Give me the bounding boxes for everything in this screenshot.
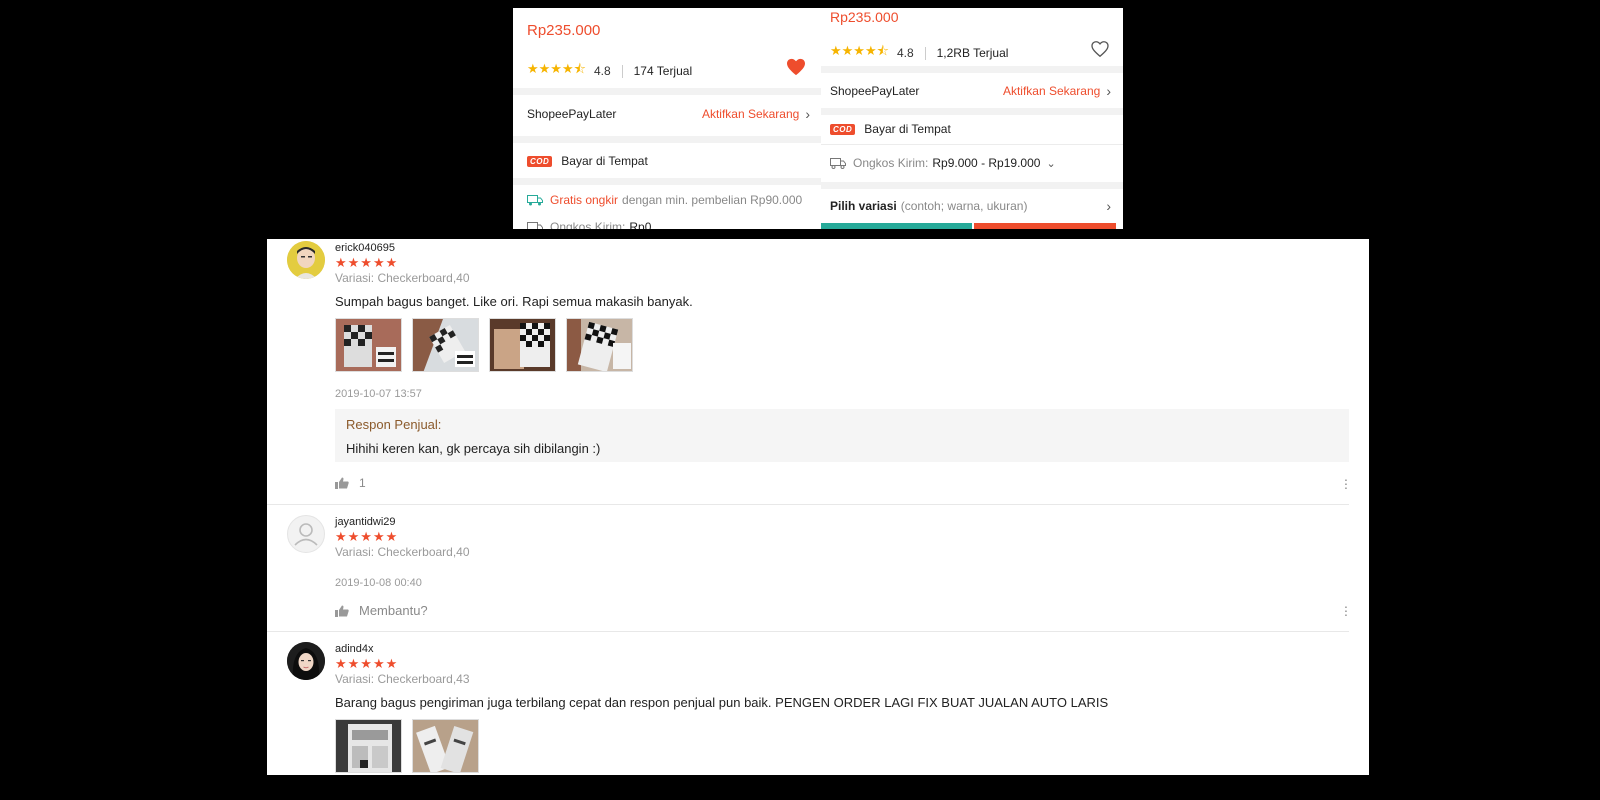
- free-shipping-row: Gratis ongkir dengan min. pembelian Rp90…: [527, 193, 810, 207]
- username[interactable]: erick040695: [335, 242, 395, 254]
- avatar: [287, 241, 325, 279]
- divider: [621, 64, 623, 78]
- seller-response: Respon Penjual: Hihihi keren kan, gk per…: [335, 409, 1349, 462]
- chevron-right-icon: ›: [1106, 198, 1111, 214]
- shipping-value: Rp9.000 - Rp19.000: [932, 156, 1041, 170]
- variant-text: Variasi: Checkerboard,40: [335, 271, 470, 285]
- review-date: 2019-10-08 00:40: [335, 577, 422, 589]
- review-image[interactable]: [412, 318, 479, 372]
- shipping-cost-row[interactable]: Ongkos Kirim: Rp9.000 - Rp19.000 ⌄: [830, 156, 1109, 170]
- thumbs-up-icon: [335, 605, 349, 617]
- seller-response-label: Respon Penjual:: [346, 417, 442, 432]
- star-icon: ★★★★★: [335, 656, 399, 671]
- rating-row: ★★★★⯪ 4.8 1,2RB Terjual: [830, 42, 1008, 64]
- review-image[interactable]: [489, 318, 556, 372]
- paylater-label: ShopeePayLater: [527, 107, 617, 121]
- star-icon: ★★★★★: [335, 255, 399, 270]
- paylater-label: ShopeePayLater: [830, 84, 920, 98]
- review-comment: Sumpah bagus banget. Like ori. Rapi semu…: [335, 294, 693, 309]
- more-vertical-icon[interactable]: · · ·: [1343, 472, 1349, 494]
- heart-icon[interactable]: [1091, 41, 1109, 61]
- sold-count: 1,2RB Terjual: [936, 46, 1009, 60]
- variant-text: Variasi: Checkerboard,40: [335, 545, 470, 559]
- sold-count: 174 Terjual: [633, 64, 693, 78]
- more-vertical-icon[interactable]: · · ·: [1343, 599, 1349, 621]
- review-images: [335, 719, 479, 773]
- review-image[interactable]: [566, 318, 633, 372]
- username[interactable]: jayantidwi29: [335, 516, 396, 528]
- rating-row: ★★★★⯪ 4.8 174 Terjual: [527, 60, 692, 82]
- reviews-panel: erick040695 ★★★★★ Variasi: Checkerboard,…: [267, 239, 1369, 775]
- free-shipping-highlight: Gratis ongkir: [550, 193, 619, 207]
- truck-icon: [527, 194, 543, 205]
- free-shipping-text: dengan min. pembelian Rp90.000: [622, 193, 803, 207]
- thumbs-up-icon: [335, 477, 349, 489]
- section-gap: [513, 136, 824, 143]
- product-panel-right: Rp235.000 ★★★★⯪ 4.8 1,2RB Terjual Shopee…: [821, 8, 1123, 229]
- review-image[interactable]: [335, 318, 402, 372]
- helpful-label: Membantu?: [359, 603, 428, 618]
- review-date: 2019-10-07 13:57: [335, 388, 422, 400]
- helpful-button[interactable]: Membantu?: [335, 603, 428, 618]
- shipping-value: Rp0: [629, 220, 652, 229]
- chevron-down-icon: ⌄: [1046, 157, 1056, 170]
- review-comment: Barang bagus pengiriman juga terbilang c…: [335, 695, 1109, 710]
- truck-icon: [527, 221, 543, 229]
- star-icon: ★★★★★: [335, 529, 399, 544]
- review-item: adind4x ★★★★★ Variasi: Checkerboard,43 B…: [267, 640, 1369, 775]
- chevron-right-icon: ›: [1106, 83, 1111, 99]
- truck-icon: [830, 157, 846, 169]
- variant-text: Variasi: Checkerboard,43: [335, 672, 470, 686]
- rating-value: 4.8: [896, 46, 914, 60]
- avatar: [287, 515, 325, 553]
- section-gap: [513, 88, 824, 95]
- cod-icon: COD: [527, 155, 553, 167]
- section-gap: [821, 66, 1123, 73]
- paylater-row[interactable]: ShopeePayLater Aktifkan Sekarang ›: [830, 83, 1111, 99]
- rating-value: 4.8: [593, 64, 611, 78]
- shipping-label: Ongkos Kirim:: [550, 220, 626, 229]
- divider: [821, 144, 1123, 145]
- review-item: erick040695 ★★★★★ Variasi: Checkerboard,…: [267, 239, 1369, 505]
- section-gap: [821, 108, 1123, 115]
- shipping-cost-row[interactable]: Ongkos Kirim: Rp0: [527, 220, 810, 229]
- price: Rp235.000: [527, 22, 601, 39]
- product-panel-left: Rp235.000 ★★★★⯪ 4.8 174 Terjual ShopeePa…: [513, 8, 824, 229]
- variation-row[interactable]: Pilih variasi (contoh; warna, ukuran) ›: [830, 198, 1111, 214]
- like-count: 1: [359, 476, 366, 490]
- paylater-action[interactable]: Aktifkan Sekarang: [702, 107, 799, 121]
- buy-button[interactable]: [974, 223, 1116, 229]
- cod-row: COD Bayar di Tempat: [830, 122, 1109, 136]
- star-icon: ★★★★⯪: [527, 61, 586, 76]
- like-button[interactable]: 1: [335, 476, 366, 490]
- review-image[interactable]: [412, 719, 479, 773]
- review-divider: [267, 504, 1349, 505]
- cod-icon: COD: [830, 123, 856, 135]
- price: Rp235.000: [830, 9, 899, 25]
- username[interactable]: adind4x: [335, 643, 374, 655]
- divider: [924, 46, 926, 60]
- variation-hint: (contoh; warna, ukuran): [900, 199, 1028, 213]
- variation-label: Pilih variasi: [830, 199, 897, 213]
- heart-icon[interactable]: [786, 58, 806, 80]
- section-gap: [513, 178, 824, 185]
- avatar: [287, 642, 325, 680]
- review-images: [335, 318, 633, 372]
- paylater-action[interactable]: Aktifkan Sekarang: [1003, 84, 1100, 98]
- star-icon: ★★★★⯪: [830, 43, 889, 58]
- chat-button[interactable]: [821, 223, 972, 229]
- cod-label: Bayar di Tempat: [864, 122, 951, 136]
- cod-row: COD Bayar di Tempat: [527, 154, 810, 168]
- chevron-right-icon: ›: [805, 106, 810, 122]
- review-item: jayantidwi29 ★★★★★ Variasi: Checkerboard…: [267, 513, 1369, 633]
- review-image[interactable]: [335, 719, 402, 773]
- review-divider: [267, 631, 1349, 632]
- paylater-row[interactable]: ShopeePayLater Aktifkan Sekarang ›: [527, 106, 810, 122]
- shipping-label: Ongkos Kirim:: [853, 156, 929, 170]
- seller-response-text: Hihihi keren kan, gk percaya sih dibilan…: [346, 441, 601, 456]
- section-gap: [821, 182, 1123, 189]
- cod-label: Bayar di Tempat: [561, 154, 648, 168]
